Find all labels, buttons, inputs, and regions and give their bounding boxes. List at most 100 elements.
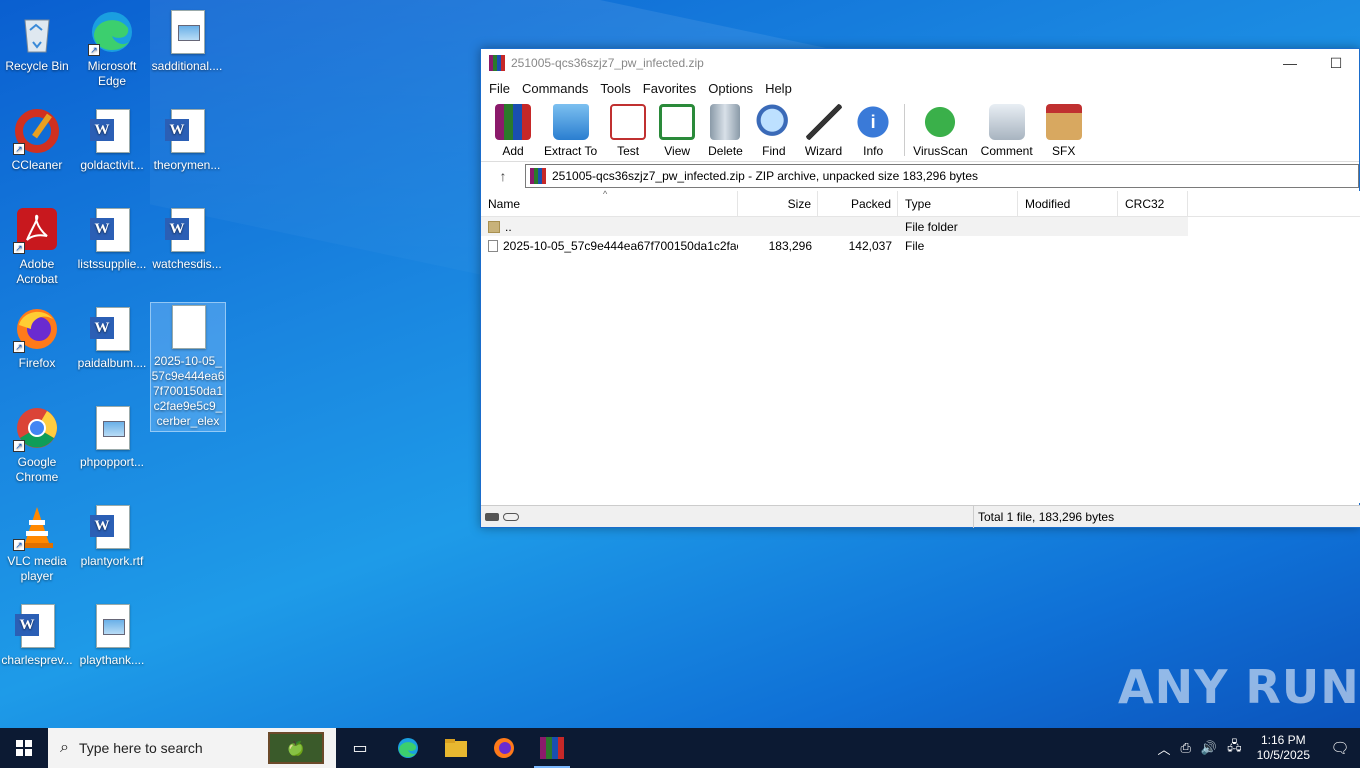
- desktop-icon-paidalbum[interactable]: W paidalbum....: [75, 305, 149, 371]
- blank-file-icon: [164, 303, 212, 351]
- delete-button[interactable]: Delete: [708, 104, 743, 158]
- task-view-icon[interactable]: ▭: [336, 728, 384, 768]
- desktop-icon-theorymen[interactable]: W theorymen...: [150, 107, 224, 173]
- meet-now-icon[interactable]: ⎙: [1176, 740, 1196, 756]
- desktop-icon-playthank[interactable]: playthank....: [75, 602, 149, 668]
- menu-file[interactable]: File: [483, 81, 516, 96]
- desktop-icon-microsoft-edge[interactable]: ↗ Microsoft Edge: [75, 8, 149, 89]
- find-button[interactable]: Find: [755, 104, 792, 158]
- sfx-button[interactable]: SFX: [1045, 104, 1082, 158]
- winrar-window[interactable]: 251005-qcs36szjz7_pw_infected.zip — ☐ Fi…: [480, 48, 1360, 528]
- word-document-icon: W: [88, 305, 136, 353]
- sfx-label: SFX: [1052, 144, 1076, 158]
- clock-time: 1:16 PM: [1260, 733, 1306, 747]
- toolbar: Add Extract To Test View Delete Find Wiz…: [481, 99, 1359, 161]
- clock[interactable]: 1:16 PM 10/5/2025: [1247, 733, 1320, 763]
- drive-icon[interactable]: [485, 512, 499, 521]
- anyrun-watermark: ANY RUN: [1118, 660, 1360, 714]
- archive-path-field[interactable]: 251005-qcs36szjz7_pw_infected.zip - ZIP …: [525, 163, 1359, 188]
- row-packed: 142,037: [848, 238, 892, 253]
- extract-to-button[interactable]: Extract To: [544, 104, 597, 158]
- status-bar: Total 1 file, 183,296 bytes: [481, 505, 1360, 528]
- shortcut-arrow-icon: ↗: [13, 143, 25, 155]
- menu-favorites[interactable]: Favorites: [637, 81, 702, 96]
- word-document-icon: W: [163, 107, 211, 155]
- file-icon: [488, 240, 498, 253]
- search-highlight-apple-icon[interactable]: 🍏: [268, 732, 324, 764]
- row-size: 183,296: [768, 238, 812, 253]
- magnifier-icon: [755, 104, 792, 140]
- desktop-icon-charlesprev[interactable]: W charlesprev...: [0, 602, 74, 668]
- start-button[interactable]: [0, 728, 48, 768]
- table-row[interactable]: .. File folder: [481, 217, 1188, 236]
- desktop-icon-watchesdis[interactable]: W watchesdis...: [150, 206, 224, 272]
- desktop-icon-listssupplie[interactable]: W listssupplie...: [75, 206, 149, 272]
- info-label: Info: [863, 144, 884, 158]
- row-name-text: 2025-10-05_57c9e444ea67f700150da1c2fae..…: [503, 238, 738, 253]
- file-list[interactable]: Name ^ Size Packed Type Modified CRC32 ..…: [481, 189, 1360, 503]
- view-button[interactable]: View: [659, 104, 696, 158]
- desktop-icon-label: 2025-10-05_57c9e444ea67f700150da1c2fae9e…: [151, 354, 225, 428]
- image-document-icon: [163, 8, 211, 56]
- virusscan-button[interactable]: VirusScan: [913, 104, 968, 158]
- details-pane: [738, 217, 1360, 503]
- table-row[interactable]: 2025-10-05_57c9e444ea67f700150da1c2fae..…: [481, 236, 1188, 255]
- volume-icon[interactable]: 🔊: [1196, 740, 1222, 756]
- address-bar: ↑ 251005-qcs36szjz7_pw_infected.zip - ZI…: [481, 161, 1359, 189]
- info-button[interactable]: i Info: [855, 104, 892, 158]
- taskbar-file-explorer-icon[interactable]: [432, 728, 480, 768]
- title-bar[interactable]: 251005-qcs36szjz7_pw_infected.zip — ☐: [481, 49, 1359, 77]
- taskbar-edge-icon[interactable]: [384, 728, 432, 768]
- taskbar-winrar-icon[interactable]: [528, 728, 576, 768]
- shortcut-arrow-icon: ↗: [13, 539, 25, 551]
- column-type[interactable]: Type: [898, 191, 1018, 216]
- taskbar-firefox-icon[interactable]: [480, 728, 528, 768]
- recycle-bin-icon: [13, 8, 61, 56]
- comment-button[interactable]: Comment: [981, 104, 1033, 158]
- menu-help[interactable]: Help: [759, 81, 798, 96]
- wizard-button[interactable]: Wizard: [805, 104, 842, 158]
- desktop-icon-label: goldactivit...: [80, 158, 144, 172]
- menu-commands[interactable]: Commands: [516, 81, 594, 96]
- word-document-icon: W: [88, 107, 136, 155]
- desktop-icon-plantyork[interactable]: W plantyork.rtf: [75, 503, 149, 569]
- desktop-icon-phpopport[interactable]: phpopport...: [75, 404, 149, 470]
- column-size[interactable]: Size: [738, 191, 818, 216]
- desktop-icon-adobe-acrobat[interactable]: ↗ Adobe Acrobat: [0, 206, 74, 287]
- desktop-icon-cerber-elex[interactable]: 2025-10-05_57c9e444ea67f700150da1c2fae9e…: [150, 302, 226, 432]
- column-packed[interactable]: Packed: [818, 191, 898, 216]
- desktop-icon-google-chrome[interactable]: ↗ Google Chrome: [0, 404, 74, 485]
- desktop-icon-label: Microsoft Edge: [87, 59, 137, 88]
- show-hidden-icons-chevron-icon[interactable]: ︿: [1153, 739, 1176, 758]
- desktop-icon-label: listssupplie...: [77, 257, 147, 271]
- desktop-icon-sadditional[interactable]: sadditional....: [150, 8, 224, 74]
- key-icon[interactable]: [503, 512, 519, 521]
- ccleaner-icon: ↗: [13, 107, 61, 155]
- clock-date: 10/5/2025: [1256, 748, 1310, 762]
- column-modified[interactable]: Modified: [1018, 191, 1118, 216]
- minimize-button[interactable]: —: [1267, 49, 1313, 77]
- up-arrow-icon[interactable]: ↑: [481, 168, 525, 184]
- column-crc32[interactable]: CRC32: [1118, 191, 1188, 216]
- network-icon[interactable]: 🖧: [1222, 737, 1247, 759]
- word-document-icon: W: [88, 503, 136, 551]
- row-type: File folder: [905, 219, 958, 234]
- desktop-icon-ccleaner[interactable]: ↗ CCleaner: [0, 107, 74, 173]
- maximize-button[interactable]: ☐: [1313, 49, 1359, 77]
- notifications-icon[interactable]: 🗨: [1320, 739, 1360, 757]
- desktop-icon-label: plantyork.rtf: [80, 554, 144, 568]
- menu-tools[interactable]: Tools: [594, 81, 636, 96]
- desktop-icon-vlc[interactable]: ↗ VLC media player: [0, 503, 74, 584]
- desktop-icon-label: phpopport...: [79, 455, 145, 469]
- column-name[interactable]: Name ^: [481, 189, 738, 216]
- add-label: Add: [502, 144, 524, 158]
- test-button[interactable]: Test: [610, 104, 647, 158]
- menu-bar: File Commands Tools Favorites Options He…: [481, 77, 1359, 99]
- desktop-icon-label: CCleaner: [11, 158, 63, 172]
- menu-options[interactable]: Options: [702, 81, 759, 96]
- desktop-icon-firefox[interactable]: ↗ Firefox: [0, 305, 74, 371]
- taskbar-search-box[interactable]: ⌕ Type here to search 🍏: [48, 728, 336, 768]
- desktop-icon-goldactivit[interactable]: W goldactivit...: [75, 107, 149, 173]
- add-button[interactable]: Add: [495, 104, 531, 158]
- desktop-icon-recycle-bin[interactable]: Recycle Bin: [0, 8, 74, 74]
